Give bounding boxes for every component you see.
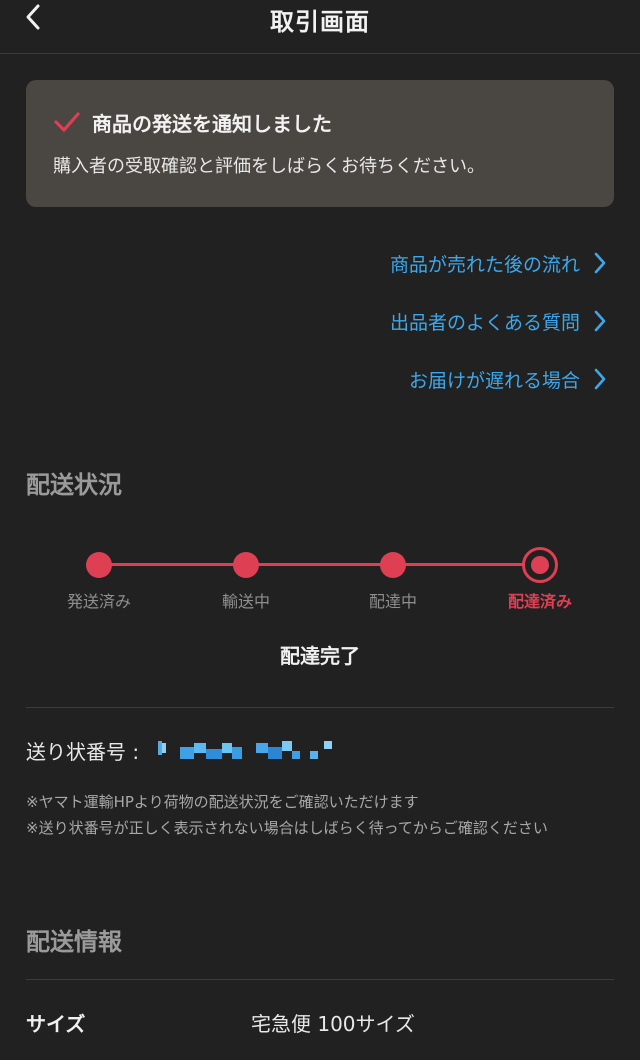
shipping-info-title: 配送情報	[26, 928, 122, 956]
step-dot-in-transit	[233, 552, 259, 578]
step-label-delivered: 配達済み	[507, 592, 572, 611]
step-dot-shipped	[86, 552, 112, 578]
notice-title: 商品の発送を通知しました	[92, 112, 332, 136]
link-label: 出品者のよくある質問	[389, 311, 580, 334]
divider	[26, 979, 614, 980]
check-icon	[54, 112, 80, 132]
step-dot-delivered-current	[522, 547, 558, 583]
step-label-shipped: 発送済み	[66, 592, 131, 611]
tracking-note-wait: ※送り状番号が正しく表示されない場合はしばらく待ってからご確認ください	[26, 819, 548, 837]
shipping-status-title: 配送状況	[26, 471, 122, 499]
step-dot-inner	[531, 556, 549, 574]
info-label-size: サイズ	[26, 1012, 86, 1036]
step-label-in-transit: 輸送中	[221, 592, 270, 611]
link-after-sale-flow[interactable]: 商品が売れた後の流れ	[390, 248, 606, 278]
notice-body: 購入者の受取確認と評価をしばらくお待ちください。	[53, 156, 485, 177]
chevron-right-icon	[594, 310, 606, 332]
page-title: 取引画面	[270, 8, 370, 36]
info-value-size: 宅急便 100サイズ	[251, 1012, 415, 1036]
tracking-number-masked[interactable]	[158, 739, 338, 761]
link-label: 商品が売れた後の流れ	[389, 253, 580, 276]
tracking-note-yamato: ※ヤマト運輸HPより荷物の配送状況をご確認いただけます	[26, 793, 419, 811]
shipping-notice-card: 商品の発送を通知しました 購入者の受取確認と評価をしばらくお待ちください。	[26, 80, 614, 207]
divider	[26, 707, 614, 708]
chevron-right-icon	[594, 368, 606, 390]
link-label: お届けが遅れる場合	[408, 369, 580, 392]
link-delivery-delay[interactable]: お届けが遅れる場合	[409, 364, 606, 394]
delivery-status-text: 配達完了	[280, 644, 360, 668]
header-bar: 取引画面	[0, 0, 640, 54]
link-seller-faq[interactable]: 出品者のよくある質問	[390, 306, 606, 336]
chevron-right-icon	[594, 252, 606, 274]
step-dot-out-for-delivery	[380, 552, 406, 578]
progress-track	[99, 563, 540, 566]
step-label-out-for-delivery: 配達中	[368, 592, 417, 611]
tracking-number-label: 送り状番号 :	[26, 740, 140, 764]
